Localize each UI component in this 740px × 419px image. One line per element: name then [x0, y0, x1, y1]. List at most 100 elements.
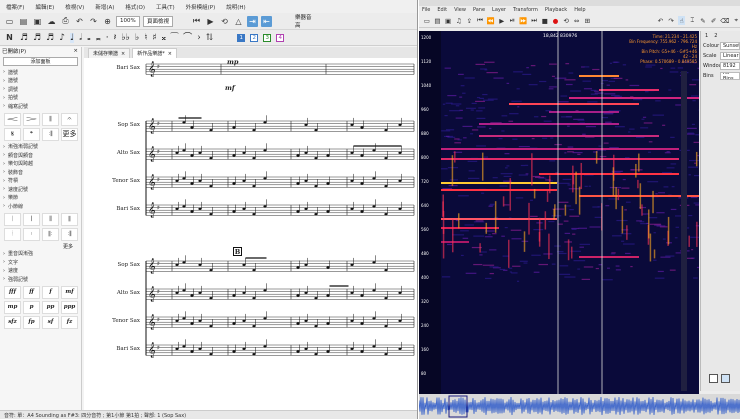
- palette-cell[interactable]: 𝄐: [61, 112, 78, 126]
- rewind-icon[interactable]: ⏮: [191, 16, 202, 27]
- palette-cell[interactable]: fff: [4, 285, 21, 299]
- natural-icon[interactable]: ♮: [144, 33, 147, 43]
- print-icon[interactable]: ⎙: [60, 16, 71, 27]
- palette-cell[interactable]: 𝄌: [23, 127, 40, 141]
- menu-tools[interactable]: 工具(T): [156, 3, 175, 11]
- palette-section[interactable]: › 符槓: [0, 177, 81, 186]
- export-icon[interactable]: ⇪: [466, 16, 474, 25]
- palette-cell[interactable]: 𝆓: [23, 112, 40, 126]
- overview-waveform[interactable]: [419, 394, 740, 419]
- save-icon[interactable]: ▣: [32, 16, 43, 27]
- palette-cell[interactable]: 𝄋: [4, 127, 21, 141]
- view-mode-select[interactable]: 頁面檢視: [143, 15, 173, 27]
- half-note-icon[interactable]: 𝅗𝅥: [79, 33, 82, 43]
- palette-section[interactable]: › 強弱記號: [0, 275, 81, 284]
- palette-section[interactable]: › 小節線: [0, 202, 81, 211]
- whole-note-icon[interactable]: 𝅝: [87, 33, 91, 43]
- score-page[interactable]: 𝄞 ♯ 𝄞 ♯ 𝄞 ♯ 𝄞 ♯ 𝄞 ♯ 𝄞 ♯ 𝄞 ♯ 𝄞 ♯ 𝄞 ♯ Bari Sax Sop Sax Alto S…: [84, 58, 417, 410]
- palette-section[interactable]: › 譜號: [0, 68, 81, 77]
- menu-edit[interactable]: 編輯(E): [35, 3, 54, 11]
- sharp-icon[interactable]: ♯: [152, 33, 156, 43]
- palette-section[interactable]: › 速度: [0, 267, 81, 276]
- tab-score-2[interactable]: 新作品樂譜* ×: [132, 48, 177, 58]
- erase-tool-icon[interactable]: ⌫: [720, 16, 729, 25]
- voice-2-button[interactable]: 2: [250, 33, 259, 42]
- palette-cell[interactable]: 𝄄: [4, 227, 21, 241]
- menu-help[interactable]: 說明(H): [226, 3, 245, 11]
- redo-icon[interactable]: ↷: [88, 16, 99, 27]
- loop-icon[interactable]: ⟲: [562, 16, 570, 25]
- palette-cell[interactable]: 𝄃: [42, 112, 59, 126]
- palette-section[interactable]: › 樂節: [0, 194, 81, 203]
- palette-section[interactable]: › 漸強漸弱記號: [0, 143, 81, 152]
- palette-cell[interactable]: fp: [23, 315, 40, 329]
- menu-file[interactable]: File: [422, 7, 430, 13]
- play-icon[interactable]: ▶: [205, 16, 216, 27]
- palette-cell[interactable]: 𝄇: [61, 227, 78, 241]
- tab-pane-2[interactable]: 2: [714, 33, 717, 39]
- add-palette-button[interactable]: 添加面板: [3, 57, 78, 66]
- redo-icon[interactable]: ↷: [667, 16, 675, 25]
- double-sharp-icon[interactable]: 𝄪: [162, 33, 166, 43]
- palette-section[interactable]: › 縮寫記號: [0, 102, 81, 111]
- property-value-select[interactable]: All Bins: [720, 72, 740, 80]
- property-value-select[interactable]: Linear: [720, 52, 740, 60]
- palette-section[interactable]: › 速度記號: [0, 185, 81, 194]
- menu-pane[interactable]: Pane: [473, 7, 485, 13]
- navigate-tool-icon[interactable]: ☝: [677, 16, 686, 25]
- palette-cell[interactable]: ff: [23, 285, 40, 299]
- close-icon[interactable]: ×: [73, 48, 78, 54]
- eighth-note-icon[interactable]: ♪: [59, 33, 65, 43]
- new-file-icon[interactable]: ▭: [4, 16, 15, 27]
- flip-icon[interactable]: ⇅: [206, 33, 214, 43]
- palette-section[interactable]: › 拍號: [0, 94, 81, 103]
- measure-tool-icon[interactable]: ⌖: [732, 16, 740, 25]
- quarter-note-icon[interactable]: ♩: [69, 32, 75, 43]
- double-flat-icon[interactable]: ♭♭: [121, 33, 130, 43]
- new-session-icon[interactable]: ▭: [423, 16, 431, 25]
- thirtysecond-note-icon[interactable]: ♬: [33, 33, 41, 43]
- flat-icon[interactable]: ♭: [135, 33, 139, 43]
- cloud-upload-icon[interactable]: ☁: [46, 16, 57, 27]
- menu-transform[interactable]: Transform: [513, 7, 538, 13]
- palette-more-button[interactable]: 更多: [0, 243, 81, 250]
- close-icon[interactable]: ×: [168, 51, 172, 57]
- zoom-icon[interactable]: ⊕: [102, 16, 113, 27]
- menu-view[interactable]: 檢視(V): [65, 3, 84, 11]
- menu-file[interactable]: 檔案(F): [6, 3, 24, 11]
- sixtyfourth-note-icon[interactable]: ♬: [20, 33, 28, 43]
- undo-icon[interactable]: ↶: [74, 16, 85, 27]
- voice-1-button[interactable]: 1: [237, 33, 246, 42]
- solo-icon[interactable]: ⊞: [584, 16, 592, 25]
- palette-section[interactable]: › 調號: [0, 85, 81, 94]
- record-icon[interactable]: ●: [552, 16, 560, 25]
- menu-format[interactable]: 格式(O): [125, 3, 145, 11]
- palette-cell[interactable]: ppp: [61, 300, 78, 314]
- palette-cell[interactable]: 𝆒: [4, 112, 21, 126]
- fast-forward-icon[interactable]: ⏩: [519, 16, 527, 25]
- palette-section[interactable]: › 譜號: [0, 77, 81, 86]
- rewind-icon[interactable]: ⏪: [487, 16, 495, 25]
- palette-cell[interactable]: sf: [42, 315, 59, 329]
- constrain-icon[interactable]: ⇔: [573, 16, 581, 25]
- menu-add[interactable]: 新增(A): [95, 3, 114, 11]
- palette-section[interactable]: › 樂句與跨越: [0, 160, 81, 169]
- concert-pitch-button[interactable]: 樂器音高: [292, 15, 318, 29]
- palette-cell[interactable]: pp: [42, 300, 59, 314]
- menu-layer[interactable]: Layer: [492, 7, 506, 13]
- skip-end-icon[interactable]: ⏭: [530, 16, 538, 25]
- playback-end-toggle-icon[interactable]: ⇤: [261, 15, 272, 27]
- palette-cell[interactable]: p: [23, 300, 40, 314]
- spectrogram-pane[interactable]: 18,842 830976 Time: 21.234 - 21.425 Bin …: [419, 31, 699, 394]
- dot-icon[interactable]: ·: [106, 33, 109, 43]
- layer-show-icon[interactable]: [709, 374, 718, 383]
- tab-pane-1[interactable]: 1: [705, 33, 708, 39]
- menu-edit[interactable]: Edit: [437, 7, 447, 13]
- loop-icon[interactable]: ⟲: [219, 16, 230, 27]
- open-folder-icon[interactable]: ▤: [18, 16, 29, 27]
- play-icon[interactable]: ▶: [498, 16, 506, 25]
- palette-cell[interactable]: sfz: [4, 315, 21, 329]
- palette-section[interactable]: › 顫音與顫音: [0, 151, 81, 160]
- double-whole-note-icon[interactable]: 𝅜: [96, 33, 101, 43]
- voice-4-button[interactable]: 4: [276, 33, 285, 42]
